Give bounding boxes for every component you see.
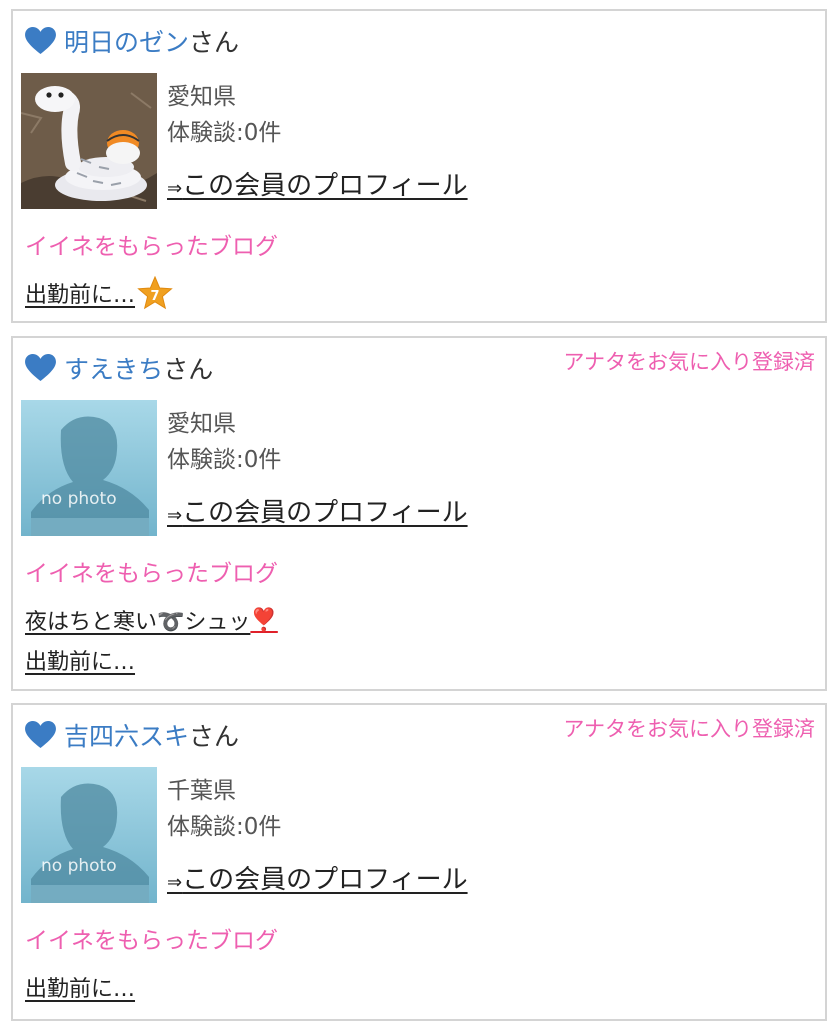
blog-item[interactable]: 出勤前に…	[25, 640, 278, 680]
member-info: 愛知県 体験談:0件	[167, 79, 281, 151]
member-card: すえきち さん アナタをお気に入り登録済 no photo 愛知県 体験談:0件 …	[11, 336, 827, 691]
member-info: 愛知県 体験談:0件	[167, 406, 281, 478]
member-info: 千葉県 体験談:0件	[167, 773, 281, 845]
blog-list: 出勤前に…	[25, 967, 135, 1007]
no-photo-text: no photo	[41, 856, 117, 876]
blog-item[interactable]: 夜はちと寒い➰シュッ ❣️	[25, 600, 278, 640]
profile-link-label: この会員のプロフィール	[182, 171, 468, 201]
heart-icon	[25, 354, 56, 382]
blog-list: 夜はちと寒い➰シュッ ❣️ 出勤前に…	[25, 600, 278, 680]
profile-link[interactable]: ⇒この会員のプロフィール	[167, 165, 468, 202]
profile-link-label: この会員のプロフィール	[182, 865, 468, 895]
favorite-status: アナタをお気に入り登録済	[563, 350, 815, 374]
member-card: 明日のゼン さん 愛知県 体験談:0件 ⇒この会員のプロフィール イイネをもらった…	[11, 9, 827, 323]
blog-heading: イイネをもらったブログ	[25, 561, 278, 587]
arrow-icon: ⇒	[167, 872, 183, 893]
prefecture: 愛知県	[167, 411, 236, 437]
blog-item[interactable]: 出勤前に… 7	[25, 273, 173, 313]
member-photo[interactable]: no photo	[21, 400, 157, 536]
heart-icon	[25, 721, 56, 749]
blog-item[interactable]: 出勤前に…	[25, 967, 135, 1007]
heart-icon	[25, 27, 56, 55]
blog-title-link[interactable]: 出勤前に…	[25, 971, 135, 1003]
member-header: すえきち さん	[25, 348, 213, 388]
profile-link[interactable]: ⇒この会員のプロフィール	[167, 492, 468, 529]
blog-heading: イイネをもらったブログ	[25, 928, 278, 954]
arrow-icon: ⇒	[167, 178, 183, 199]
blog-list: 出勤前に… 7	[25, 273, 173, 313]
experience-count: 体験談:0件	[167, 447, 282, 473]
member-name-link[interactable]: 明日のゼン	[64, 23, 189, 59]
star-7-icon: 7	[137, 276, 173, 310]
member-name-link[interactable]: すえきち	[64, 350, 163, 386]
blog-title-link[interactable]: 出勤前に…	[25, 644, 135, 676]
member-header: 明日のゼン さん	[25, 21, 239, 61]
blog-title-link[interactable]: 出勤前に…	[25, 277, 135, 309]
member-header: 吉四六スキ さん	[25, 715, 239, 755]
member-photo[interactable]: no photo	[21, 767, 157, 903]
honorific: さん	[163, 355, 214, 384]
blog-title-link[interactable]: 夜はちと寒い➰シュッ	[25, 604, 250, 636]
heart-exclamation-icon: ❣️	[250, 607, 278, 633]
blog-heading: イイネをもらったブログ	[25, 234, 278, 260]
favorite-status: アナタをお気に入り登録済	[563, 717, 815, 741]
member-card: 吉四六スキ さん アナタをお気に入り登録済 no photo 千葉県 体験談:0件…	[11, 703, 827, 1021]
no-photo-placeholder: no photo	[21, 767, 157, 903]
arrow-icon: ⇒	[167, 505, 183, 526]
member-photo[interactable]	[21, 73, 157, 209]
honorific: さん	[189, 28, 240, 57]
star-badge-number: 7	[150, 289, 159, 304]
experience-count: 体験談:0件	[167, 814, 282, 840]
profile-link-label: この会員のプロフィール	[182, 498, 468, 528]
prefecture: 千葉県	[167, 778, 236, 804]
snake-plush-photo	[21, 73, 157, 209]
prefecture: 愛知県	[167, 84, 236, 110]
honorific: さん	[189, 722, 240, 751]
profile-link[interactable]: ⇒この会員のプロフィール	[167, 859, 468, 896]
no-photo-text: no photo	[41, 489, 117, 509]
no-photo-placeholder: no photo	[21, 400, 157, 536]
experience-count: 体験談:0件	[167, 120, 282, 146]
member-name-link[interactable]: 吉四六スキ	[64, 717, 189, 753]
